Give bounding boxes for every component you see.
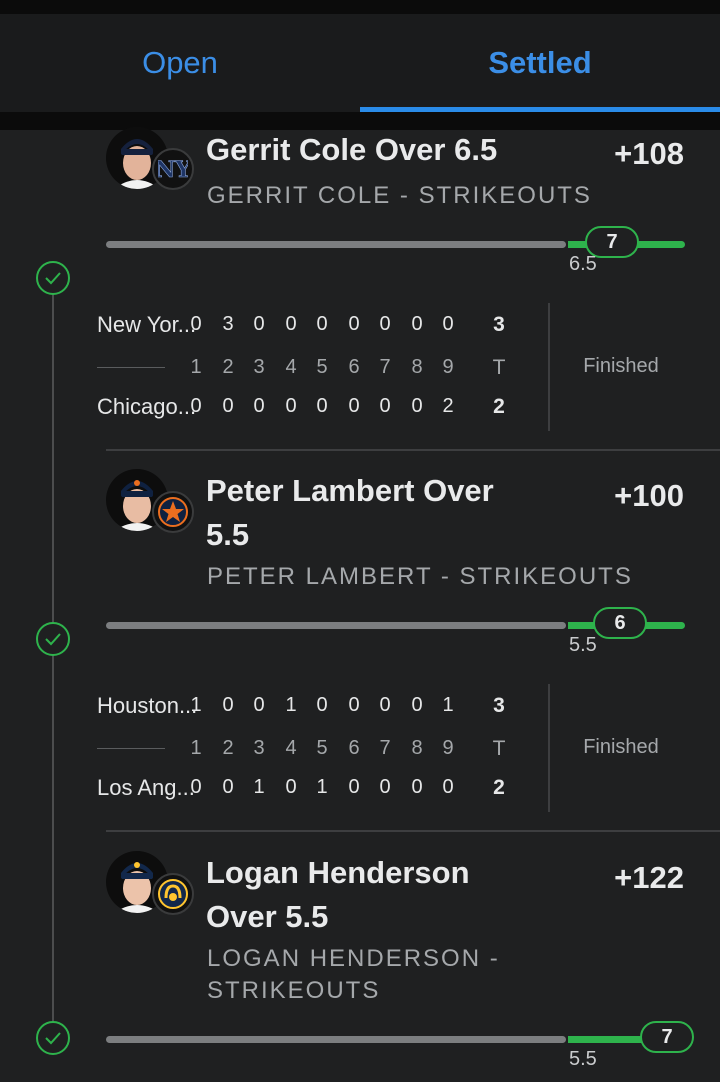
home-inning-runs: 0: [222, 776, 234, 798]
pick-market: GERRIT COLE - STRIKEOUTS: [207, 182, 592, 209]
timeline-line: [52, 278, 54, 1038]
home-inning-runs: 0: [285, 395, 297, 417]
home-inning-runs: 0: [316, 395, 328, 417]
away-inning-runs: 0: [411, 694, 423, 716]
total-header: T: [492, 737, 506, 760]
pick-odds: +108: [614, 136, 684, 171]
pick-title-line-2: 5.5: [206, 517, 250, 552]
home-inning-runs: 1: [253, 776, 265, 798]
inning-number: 6: [348, 356, 360, 378]
progress-track: [106, 622, 566, 629]
tab-open[interactable]: Open: [0, 14, 360, 112]
away-inning-runs: 0: [442, 313, 454, 335]
inning-number: 4: [285, 737, 297, 759]
pick-title-line-1: Peter Lambert Over: [206, 473, 494, 508]
home-inning-runs: 0: [442, 776, 454, 798]
inning-number: 3: [253, 737, 265, 759]
total-header: T: [492, 356, 506, 379]
inning-number: 1: [190, 356, 202, 378]
pick-odds: +122: [614, 860, 684, 895]
inning-number: 1: [190, 737, 202, 759]
home-total-runs: 2: [493, 776, 505, 799]
game-status: Finished: [583, 736, 659, 758]
inning-number: 7: [379, 737, 391, 759]
home-inning-runs: 0: [348, 776, 360, 798]
away-inning-runs: 1: [190, 694, 202, 716]
away-inning-runs: 0: [316, 694, 328, 716]
home-inning-runs: 2: [442, 395, 454, 417]
inning-number: 6: [348, 737, 360, 759]
pick-market: PETER LAMBERT - STRIKEOUTS: [207, 563, 633, 590]
inning-number: 4: [285, 356, 297, 378]
home-inning-runs: 0: [190, 395, 202, 417]
inning-number: 9: [442, 356, 454, 378]
team-separator: [97, 748, 165, 749]
progress-track: [106, 241, 566, 248]
home-inning-runs: 0: [379, 776, 391, 798]
line-label: 5.5: [569, 1048, 597, 1070]
bet-tabs: Open Settled: [0, 14, 720, 112]
check-icon: [36, 622, 70, 656]
result-value-badge: 7: [640, 1021, 694, 1053]
home-inning-runs: 0: [379, 395, 391, 417]
away-inning-runs: 3: [222, 313, 234, 335]
inning-number: 5: [316, 737, 328, 759]
progress-track: [106, 1036, 566, 1043]
inning-number: 5: [316, 356, 328, 378]
home-inning-runs: 0: [348, 395, 360, 417]
away-inning-runs: 0: [253, 313, 265, 335]
home-inning-runs: 0: [411, 395, 423, 417]
home-inning-runs: 0: [411, 776, 423, 798]
pick-odds: +100: [614, 478, 684, 513]
away-inning-runs: 0: [190, 313, 202, 335]
team-separator: [97, 367, 165, 368]
pick-title: Gerrit Cole Over 6.5: [206, 132, 498, 167]
inning-number: 7: [379, 356, 391, 378]
away-inning-runs: 0: [253, 694, 265, 716]
away-inning-runs: 0: [348, 313, 360, 335]
inning-number: 2: [222, 737, 234, 759]
home-inning-runs: 0: [253, 395, 265, 417]
inning-number: 8: [411, 737, 423, 759]
section-divider: [106, 830, 720, 832]
away-inning-runs: 0: [379, 694, 391, 716]
pick-market-line-2: STRIKEOUTS: [207, 977, 381, 1004]
pick-market-line-1: LOGAN HENDERSON -: [207, 945, 500, 972]
check-icon: [36, 1021, 70, 1055]
yankees-logo-icon: NY: [152, 148, 194, 190]
home-inning-runs: 1: [316, 776, 328, 798]
pick-title-line-2: Over 5.5: [206, 899, 329, 934]
svg-text:NY: NY: [158, 157, 188, 183]
game-status: Finished: [583, 355, 659, 377]
section-divider: [106, 449, 720, 451]
check-icon: [36, 261, 70, 295]
pick-title-line-1: Logan Henderson: [206, 855, 470, 890]
home-inning-runs: 0: [190, 776, 202, 798]
inning-number: 9: [442, 737, 454, 759]
away-inning-runs: 0: [348, 694, 360, 716]
inning-number: 3: [253, 356, 265, 378]
home-inning-runs: 0: [285, 776, 297, 798]
astros-logo-icon: [152, 491, 194, 533]
away-inning-runs: 0: [411, 313, 423, 335]
line-label: 6.5: [569, 253, 597, 275]
away-inning-runs: 0: [316, 313, 328, 335]
away-inning-runs: 1: [285, 694, 297, 716]
away-inning-runs: 0: [285, 313, 297, 335]
brewers-logo-icon: [152, 873, 194, 915]
away-total-runs: 3: [493, 313, 505, 336]
home-total-runs: 2: [493, 395, 505, 418]
inning-number: 8: [411, 356, 423, 378]
away-inning-runs: 1: [442, 694, 454, 716]
away-inning-runs: 0: [379, 313, 391, 335]
inning-number: 2: [222, 356, 234, 378]
tab-settled[interactable]: Settled: [360, 14, 720, 112]
away-total-runs: 3: [493, 694, 505, 717]
result-value-badge: 6: [593, 607, 647, 639]
home-inning-runs: 0: [222, 395, 234, 417]
status-strip: [0, 0, 720, 14]
line-label: 5.5: [569, 634, 597, 656]
away-inning-runs: 0: [222, 694, 234, 716]
